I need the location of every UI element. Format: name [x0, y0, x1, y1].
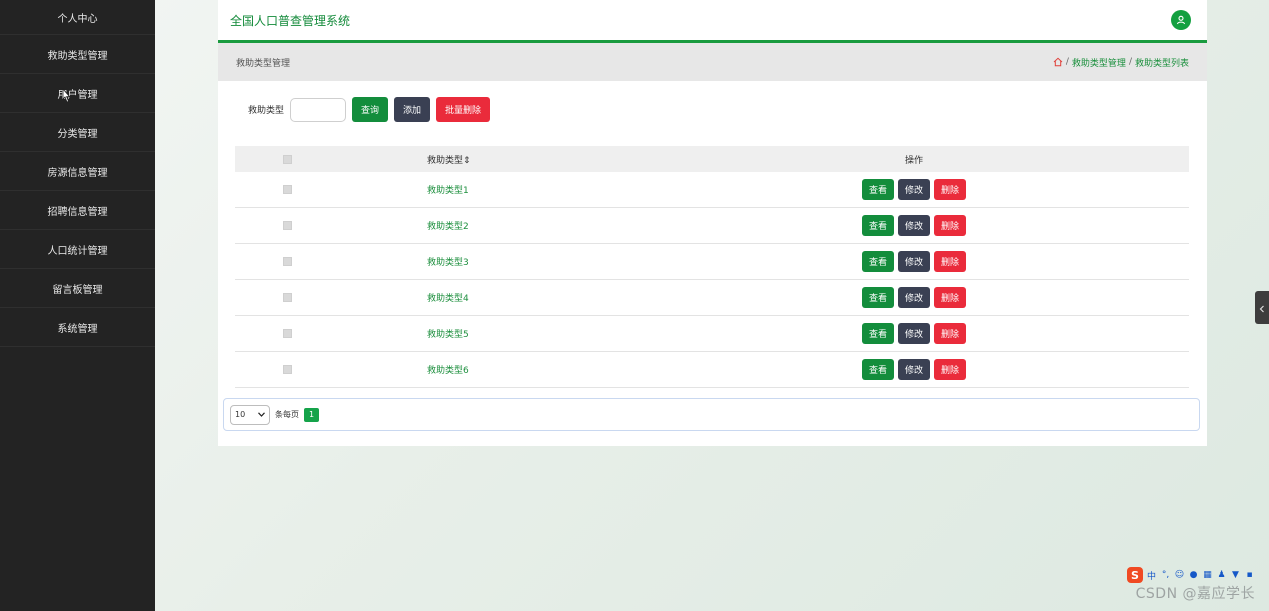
- watermark: CSDN @嘉应学长: [1135, 586, 1255, 602]
- row-checkbox[interactable]: [282, 365, 292, 374]
- sidebar-item-label: 分类管理: [57, 128, 98, 140]
- breadcrumb: / 救助类型管理 / 救助类型列表: [1053, 56, 1189, 69]
- breadcrumb-separator: /: [1128, 57, 1132, 67]
- sidebar-item-category-management[interactable]: 分类管理: [0, 113, 155, 152]
- view-button[interactable]: 查看: [861, 215, 894, 236]
- sidebar-item-label: 招聘信息管理: [47, 206, 108, 218]
- chevron-down-icon: [258, 410, 265, 419]
- sidebar-item-label: 救助类型管理: [47, 50, 108, 62]
- top-bar: 全国人口普查管理系统: [218, 0, 1207, 43]
- delete-button[interactable]: 删除: [934, 215, 967, 236]
- punctuation-icon[interactable]: °,: [1160, 570, 1171, 581]
- main-panel: 全国人口普查管理系统 救助类型管理 / 救助类型管理 / 救助类型列表 救助类型…: [218, 0, 1207, 446]
- shirt-icon[interactable]: ▼: [1230, 570, 1241, 581]
- ime-toolbar: S 中 °, ☺ ● ▦ ♟ ▼ ▪: [1127, 567, 1255, 583]
- edit-button[interactable]: 修改: [897, 287, 930, 308]
- sidebar-item-user-management[interactable]: 用户管理: [0, 74, 155, 113]
- sort-icon[interactable]: ⇕: [463, 156, 471, 166]
- page-title: 救助类型管理: [236, 58, 291, 69]
- edit-button[interactable]: 修改: [897, 251, 930, 272]
- delete-button[interactable]: 删除: [934, 359, 967, 380]
- edit-button[interactable]: 修改: [897, 179, 930, 200]
- microphone-icon[interactable]: ●: [1188, 570, 1199, 581]
- view-button[interactable]: 查看: [861, 287, 894, 308]
- sidebar-item-label: 房源信息管理: [47, 167, 108, 179]
- sidebar-item-label: 系统管理: [57, 323, 98, 335]
- table-row: 救助类型5 查看 修改 删除: [235, 316, 1189, 352]
- edit-button[interactable]: 修改: [897, 215, 930, 236]
- edit-button[interactable]: 修改: [897, 359, 930, 380]
- row-checkbox[interactable]: [282, 257, 292, 266]
- page-number-current[interactable]: 1: [304, 407, 319, 422]
- column-header-aid-type[interactable]: 救助类型⇕: [339, 153, 699, 166]
- table-row: 救助类型6 查看 修改 删除: [235, 352, 1189, 388]
- cell-aid-type: 救助类型6: [427, 366, 469, 376]
- cell-aid-type: 救助类型4: [427, 294, 469, 304]
- search-input[interactable]: [290, 97, 347, 122]
- table-header: 救助类型⇕ 操作: [235, 146, 1189, 172]
- breadcrumb-link-aid-type-management[interactable]: 救助类型管理: [1072, 56, 1126, 69]
- view-button[interactable]: 查看: [861, 359, 894, 380]
- cell-aid-type: 救助类型1: [427, 186, 469, 196]
- sidebar-item-system-management[interactable]: 系统管理: [0, 308, 155, 347]
- row-checkbox[interactable]: [282, 185, 292, 194]
- sogou-ime-icon[interactable]: S: [1127, 567, 1143, 583]
- page-size-select[interactable]: 10: [230, 404, 270, 425]
- breadcrumb-bar: 救助类型管理 / 救助类型管理 / 救助类型列表: [218, 43, 1207, 81]
- breadcrumb-separator: /: [1065, 57, 1069, 67]
- breadcrumb-current: 救助类型列表: [1134, 58, 1189, 69]
- cell-aid-type: 救助类型3: [427, 258, 469, 268]
- app-title: 全国人口普查管理系统: [230, 13, 351, 28]
- row-checkbox[interactable]: [282, 293, 292, 302]
- sidebar-item-housing-management[interactable]: 房源信息管理: [0, 152, 155, 191]
- delete-button[interactable]: 删除: [934, 179, 967, 200]
- sidebar-item-label: 人口统计管理: [47, 245, 108, 257]
- table-row: 救助类型4 查看 修改 删除: [235, 280, 1189, 316]
- batch-delete-button[interactable]: 批量删除: [436, 97, 491, 122]
- sidebar: 个人中心 救助类型管理 用户管理 分类管理 房源信息管理 招聘信息管理 人口统计…: [0, 0, 155, 611]
- sidebar-item-aid-type-management[interactable]: 救助类型管理: [0, 35, 155, 74]
- user-avatar-icon[interactable]: [1171, 10, 1191, 30]
- sidebar-item-recruitment-management[interactable]: 招聘信息管理: [0, 191, 155, 230]
- grid-icon[interactable]: ▪: [1244, 570, 1255, 581]
- search-form: 救助类型 查询 添加 批量删除: [248, 97, 491, 122]
- panel-toggle-button[interactable]: [1255, 291, 1269, 324]
- pagination: 10 条每页 1: [223, 398, 1200, 431]
- view-button[interactable]: 查看: [861, 179, 894, 200]
- data-table: 救助类型⇕ 操作 救助类型1 查看 修改 删除 救助类型2 查看 修改 删除 救…: [235, 146, 1189, 388]
- sidebar-item-message-board-management[interactable]: 留言板管理: [0, 269, 155, 308]
- row-checkbox[interactable]: [282, 221, 292, 230]
- user-icon[interactable]: ♟: [1216, 570, 1227, 581]
- query-button[interactable]: 查询: [352, 97, 389, 122]
- table-row: 救助类型1 查看 修改 删除: [235, 172, 1189, 208]
- add-button[interactable]: 添加: [394, 97, 431, 122]
- ime-mode-indicator[interactable]: 中: [1146, 570, 1157, 582]
- keyboard-icon[interactable]: ▦: [1202, 570, 1213, 581]
- search-label: 救助类型: [248, 106, 285, 116]
- delete-button[interactable]: 删除: [934, 287, 967, 308]
- cell-aid-type: 救助类型2: [427, 222, 469, 232]
- sidebar-item-personal-center[interactable]: 个人中心: [0, 0, 155, 35]
- per-page-label: 条每页: [275, 410, 299, 419]
- sidebar-item-population-stats-management[interactable]: 人口统计管理: [0, 230, 155, 269]
- emoji-icon[interactable]: ☺: [1174, 570, 1185, 581]
- column-header-actions: 操作: [904, 155, 923, 166]
- table-row: 救助类型3 查看 修改 删除: [235, 244, 1189, 280]
- cell-aid-type: 救助类型5: [427, 330, 469, 340]
- delete-button[interactable]: 删除: [934, 251, 967, 272]
- sidebar-item-label: 留言板管理: [52, 284, 103, 296]
- chevron-left-icon: [1259, 298, 1265, 317]
- edit-button[interactable]: 修改: [897, 323, 930, 344]
- table-row: 救助类型2 查看 修改 删除: [235, 208, 1189, 244]
- view-button[interactable]: 查看: [861, 323, 894, 344]
- delete-button[interactable]: 删除: [934, 323, 967, 344]
- home-icon[interactable]: [1053, 57, 1063, 67]
- select-all-checkbox[interactable]: [282, 154, 292, 164]
- view-button[interactable]: 查看: [861, 251, 894, 272]
- sidebar-item-label: 个人中心: [57, 13, 98, 25]
- row-checkbox[interactable]: [282, 329, 292, 338]
